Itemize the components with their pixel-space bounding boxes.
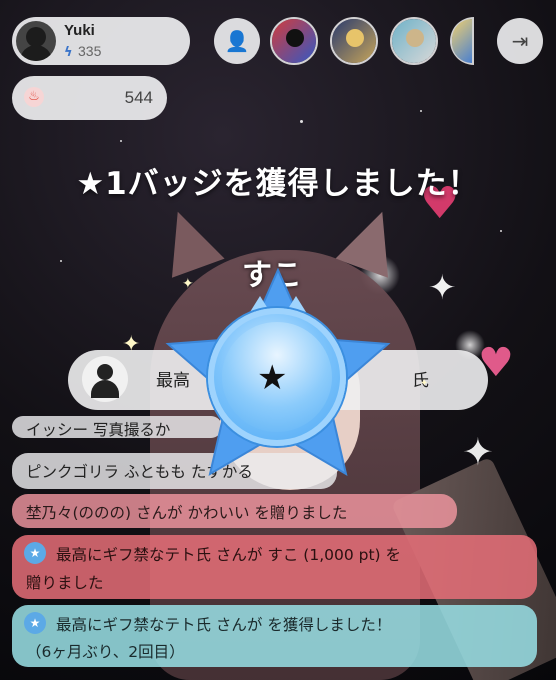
- listener-avatar[interactable]: [270, 17, 318, 65]
- star-badge-icon: ★: [24, 612, 46, 634]
- star-dot: [60, 260, 62, 262]
- flame-counter[interactable]: ♨ 544: [12, 76, 167, 120]
- star-badge-icon: ★: [24, 542, 46, 564]
- badge-announcement: ★1バッジを獲得しました！: [76, 166, 480, 202]
- profile-menu-button[interactable]: 👤: [214, 18, 260, 64]
- user-avatar[interactable]: [16, 21, 56, 61]
- gift-comment-item: ★ 最高にギフ禁なテト氏 さんが すこ (1,000 pt) を 贈りました: [12, 535, 537, 599]
- bolt-icon: ϟ: [64, 45, 73, 60]
- listener-avatar[interactable]: [450, 17, 474, 65]
- user-name: Yuki: [64, 22, 95, 39]
- sparkle-icon: ✦: [428, 268, 457, 308]
- listener-avatar[interactable]: [330, 17, 378, 65]
- star-dot: [300, 120, 303, 123]
- listener-avatar[interactable]: [390, 17, 438, 65]
- star-dot: [420, 110, 422, 112]
- star-dot: [120, 140, 122, 142]
- sparkle-icon: ✦: [182, 276, 194, 292]
- user-points: 335: [78, 43, 102, 59]
- star-dot: [500, 230, 502, 232]
- pinned-avatar: [82, 356, 128, 402]
- sparkle-icon: ✦: [122, 332, 141, 357]
- user-list-icon: 👤: [224, 29, 250, 53]
- comment-item: 埜乃々(ののの) さんが かわいい を贈りました: [12, 494, 457, 528]
- live-stream-view: ♥ ♥ ✦ ✦ すこ Yuki ϟ 335 👤 ⇥ ♨ 544 ★1バッジを獲得…: [0, 0, 556, 680]
- cat-ear-left: [151, 202, 225, 278]
- badge-star-icon: ★: [257, 358, 288, 398]
- sparkle-icon: ✦: [420, 378, 429, 389]
- sparkle-icon: ✦: [462, 430, 494, 474]
- flame-value: 544: [124, 88, 153, 107]
- exit-button[interactable]: ⇥: [497, 18, 543, 64]
- flame-icon: ♨: [24, 87, 44, 107]
- user-profile-pill[interactable]: Yuki ϟ 335: [12, 17, 190, 65]
- star-badge-graphic: ★: [160, 268, 396, 498]
- badge-comment-item: ★ 最高にギフ禁なテト氏 さんが を獲得しました！ （6ヶ月ぶり、2回目）: [12, 605, 537, 667]
- logout-icon: ⇥: [511, 29, 529, 53]
